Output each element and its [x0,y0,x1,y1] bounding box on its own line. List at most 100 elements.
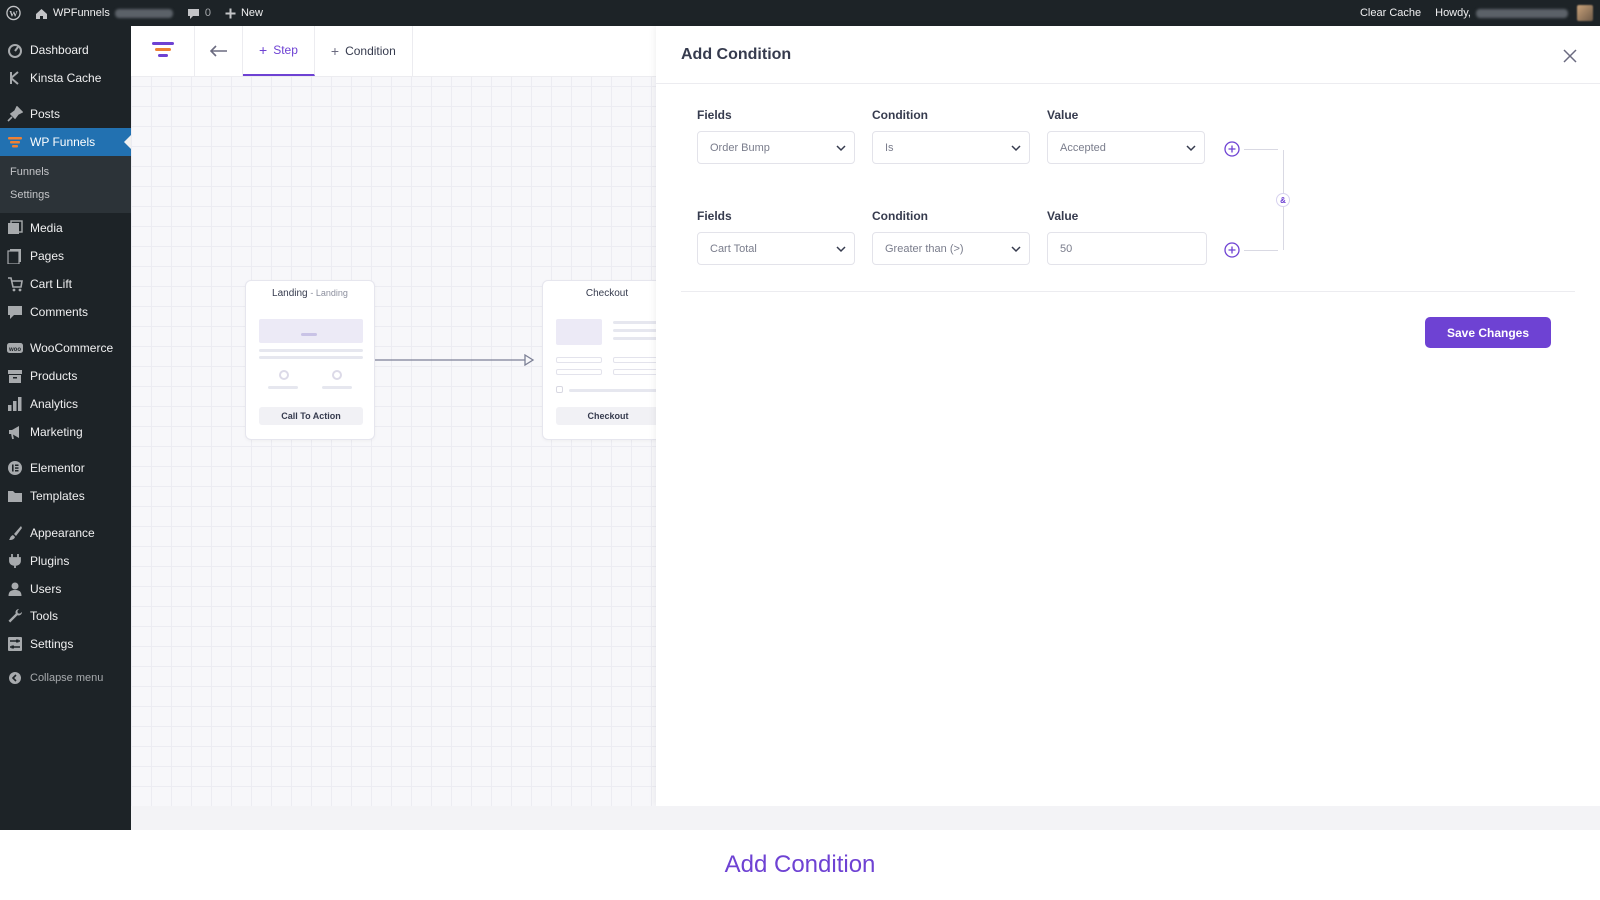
funnel-icon [7,134,23,150]
sidebar-item-label: Pages [30,249,65,263]
close-icon[interactable] [1562,48,1578,64]
site-name: WPFunnels [53,7,110,19]
condition-select[interactable]: Greater than (>) [872,232,1030,265]
submenu-item-funnels[interactable]: Funnels [10,166,49,178]
footer-strip [131,806,1600,830]
site-name-link[interactable]: WPFunnels [28,0,180,26]
sidebar-item-plugins[interactable]: Plugins [0,547,131,575]
sidebar-item-cart-lift[interactable]: Cart Lift [0,270,131,298]
sidebar-item-tools[interactable]: Tools [0,602,131,630]
collapse-arrow-icon [7,670,23,686]
value-input[interactable]: 50 [1047,232,1207,265]
sidebar-item-label: WooCommerce [30,341,114,355]
new-content-link[interactable]: New [218,0,270,26]
call-to-action-button[interactable]: Call To Action [259,407,363,425]
brush-icon [7,525,23,541]
wpfunnels-logo-icon[interactable] [131,26,195,76]
tab-add-condition[interactable]: + Condition [315,26,413,76]
plus-icon: + [330,43,340,59]
tab-step-label: Step [273,43,298,57]
canvas-toolbar: + Step + Condition [131,26,656,77]
kinsta-icon [7,70,23,86]
checkout-step-node[interactable]: Checkout Checkout [542,280,672,440]
checkout-button[interactable]: Checkout [556,407,660,425]
add-condition-plus-icon[interactable] [1224,242,1240,258]
home-icon [36,8,47,19]
wireframe-line [259,356,363,359]
sidebar-item-appearance[interactable]: Appearance [0,519,131,547]
sidebar-item-label: Templates [30,489,85,503]
sidebar-item-label: Marketing [30,425,83,439]
value-select-value: Accepted [1060,141,1106,154]
save-changes-button[interactable]: Save Changes [1425,317,1551,348]
connector-line [1244,250,1278,251]
sidebar-item-kinsta-cache[interactable]: Kinsta Cache [0,64,131,92]
dashboard-icon [7,42,23,58]
sidebar-item-dashboard[interactable]: Dashboard [0,36,131,64]
sidebar-item-products[interactable]: Products [0,362,131,390]
condition-select[interactable]: Is [872,131,1030,164]
step-connector-arrow [375,354,535,366]
add-condition-plus-icon[interactable] [1224,141,1240,157]
account-menu[interactable]: Howdy, [1428,0,1600,26]
comments-count: 0 [204,7,211,19]
clear-cache-label: Clear Cache [1359,7,1422,19]
back-arrow-button[interactable] [195,26,243,76]
collapse-menu-button[interactable]: Collapse menu [0,664,131,692]
wp-funnels-submenu: Funnels Settings [0,155,131,213]
sidebar-item-label: Comments [30,305,89,319]
blurred-username [1476,8,1568,18]
fields-label: Fields [697,108,732,122]
howdy-label: Howdy, [1435,7,1471,19]
panel-divider [681,291,1575,292]
sidebar-item-elementor[interactable]: Elementor [0,454,131,482]
pin-icon [7,106,23,122]
chevron-down-icon [1186,145,1196,152]
sidebar-item-label: Kinsta Cache [30,71,102,85]
comment-icon [187,8,199,19]
field-select[interactable]: Cart Total [697,232,855,265]
panel-header: Add Condition [656,26,1600,84]
clear-cache-link[interactable]: Clear Cache [1353,0,1428,26]
sidebar-item-media[interactable]: Media [0,214,131,242]
add-condition-panel: Add Condition Fields Condition Value Ord… [656,26,1600,806]
funnel-canvas[interactable]: + Step + Condition Landing - Landing Cal… [131,26,672,830]
sidebar-item-label: Cart Lift [30,277,73,291]
plug-icon [7,553,23,569]
sidebar-item-comments[interactable]: Comments [0,298,131,326]
tab-add-step[interactable]: + Step [243,26,315,76]
sidebar-item-woocommerce[interactable]: woo WooCommerce [0,334,131,362]
user-icon [7,581,23,597]
comments-link[interactable]: 0 [180,0,218,26]
plus-icon: + [259,42,268,58]
sidebar-item-marketing[interactable]: Marketing [0,418,131,446]
landing-step-node[interactable]: Landing - Landing Call To Action [245,280,375,440]
wireframe-line [259,349,363,352]
checkout-title: Checkout [585,288,629,299]
and-operator-badge[interactable]: & [1276,193,1290,207]
tab-condition-label: Condition [345,44,396,58]
condition-select-value: Greater than (>) [885,242,964,255]
elementor-icon [7,460,23,476]
sidebar-item-users[interactable]: Users [0,575,131,603]
sidebar-item-settings[interactable]: Settings [0,630,131,658]
value-input-text: 50 [1060,242,1073,255]
sidebar-item-templates[interactable]: Templates [0,482,131,510]
sidebar-item-wp-funnels[interactable]: WP Funnels [0,128,131,156]
collapse-label: Collapse menu [30,672,104,684]
wireframe-circle [332,370,342,380]
landing-title: Landing [272,288,308,299]
sidebar-item-label: Media [30,221,63,235]
sidebar-item-pages[interactable]: Pages [0,242,131,270]
fields-label: Fields [697,209,732,223]
submenu-item-settings[interactable]: Settings [10,189,50,201]
sidebar-item-label: Appearance [30,526,95,540]
sidebar-item-posts[interactable]: Posts [0,100,131,128]
sidebar-item-analytics[interactable]: Analytics [0,390,131,418]
folder-icon [7,488,23,504]
svg-text:woo: woo [8,347,21,353]
field-select[interactable]: Order Bump [697,131,855,164]
value-select[interactable]: Accepted [1047,131,1205,164]
wrench-icon [7,608,23,624]
wordpress-logo-icon[interactable]: W [0,0,28,26]
